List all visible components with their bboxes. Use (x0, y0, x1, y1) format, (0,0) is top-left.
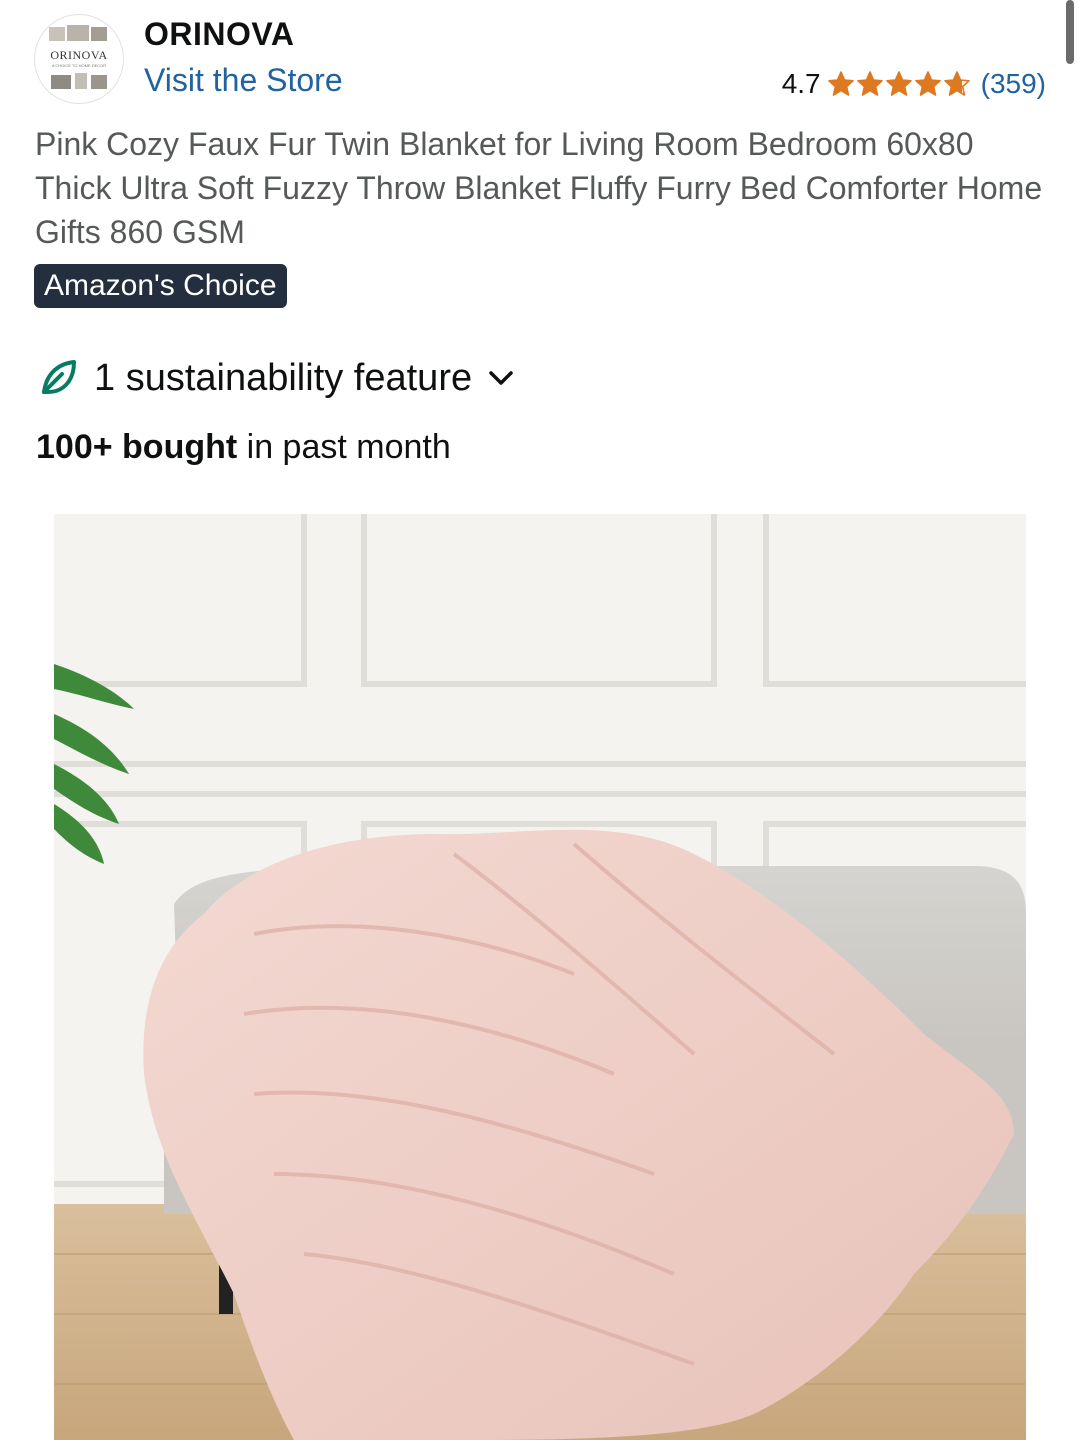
store-header: ORINOVA A CHOICE TO HOME DECOR ORINOVA V… (34, 14, 1046, 104)
leaf-icon (42, 360, 76, 394)
review-count-link[interactable]: (359) (981, 68, 1046, 100)
sustainability-toggle[interactable]: 1 sustainability feature (38, 352, 516, 404)
star-rating (827, 70, 971, 98)
bought-count: 100+ bought (36, 428, 238, 466)
rating-summary[interactable]: 4.7 (359) (782, 66, 1046, 102)
star-icon (943, 71, 970, 96)
store-logo[interactable]: ORINOVA A CHOICE TO HOME DECOR (34, 14, 124, 104)
amazons-choice-badge[interactable]: Amazon's Choice (34, 264, 287, 308)
logo-wordmark: ORINOVA (50, 48, 108, 62)
star-icon (885, 71, 912, 96)
bought-period: in past month (237, 428, 451, 466)
logo-tagline: A CHOICE TO HOME DECOR (51, 63, 107, 68)
bought-in-past-month: 100+ bought in past month (36, 428, 451, 467)
badge-label: Amazon's Choice (44, 269, 277, 302)
rating-value: 4.7 (781, 68, 821, 99)
star-icon (914, 71, 941, 96)
scrollbar[interactable] (1066, 0, 1074, 64)
product-image[interactable] (54, 514, 1026, 1440)
chevron-down-icon (489, 371, 513, 385)
product-title: Pink Cozy Faux Fur Twin Blanket for Livi… (35, 126, 1043, 250)
visit-store-link[interactable]: Visit the Store (144, 62, 343, 99)
store-name[interactable]: ORINOVA (144, 16, 294, 53)
product-photo (54, 514, 1026, 1440)
sustainability-label: 1 sustainability feature (94, 356, 473, 399)
star-icon (856, 71, 883, 96)
star-icon (827, 71, 854, 96)
